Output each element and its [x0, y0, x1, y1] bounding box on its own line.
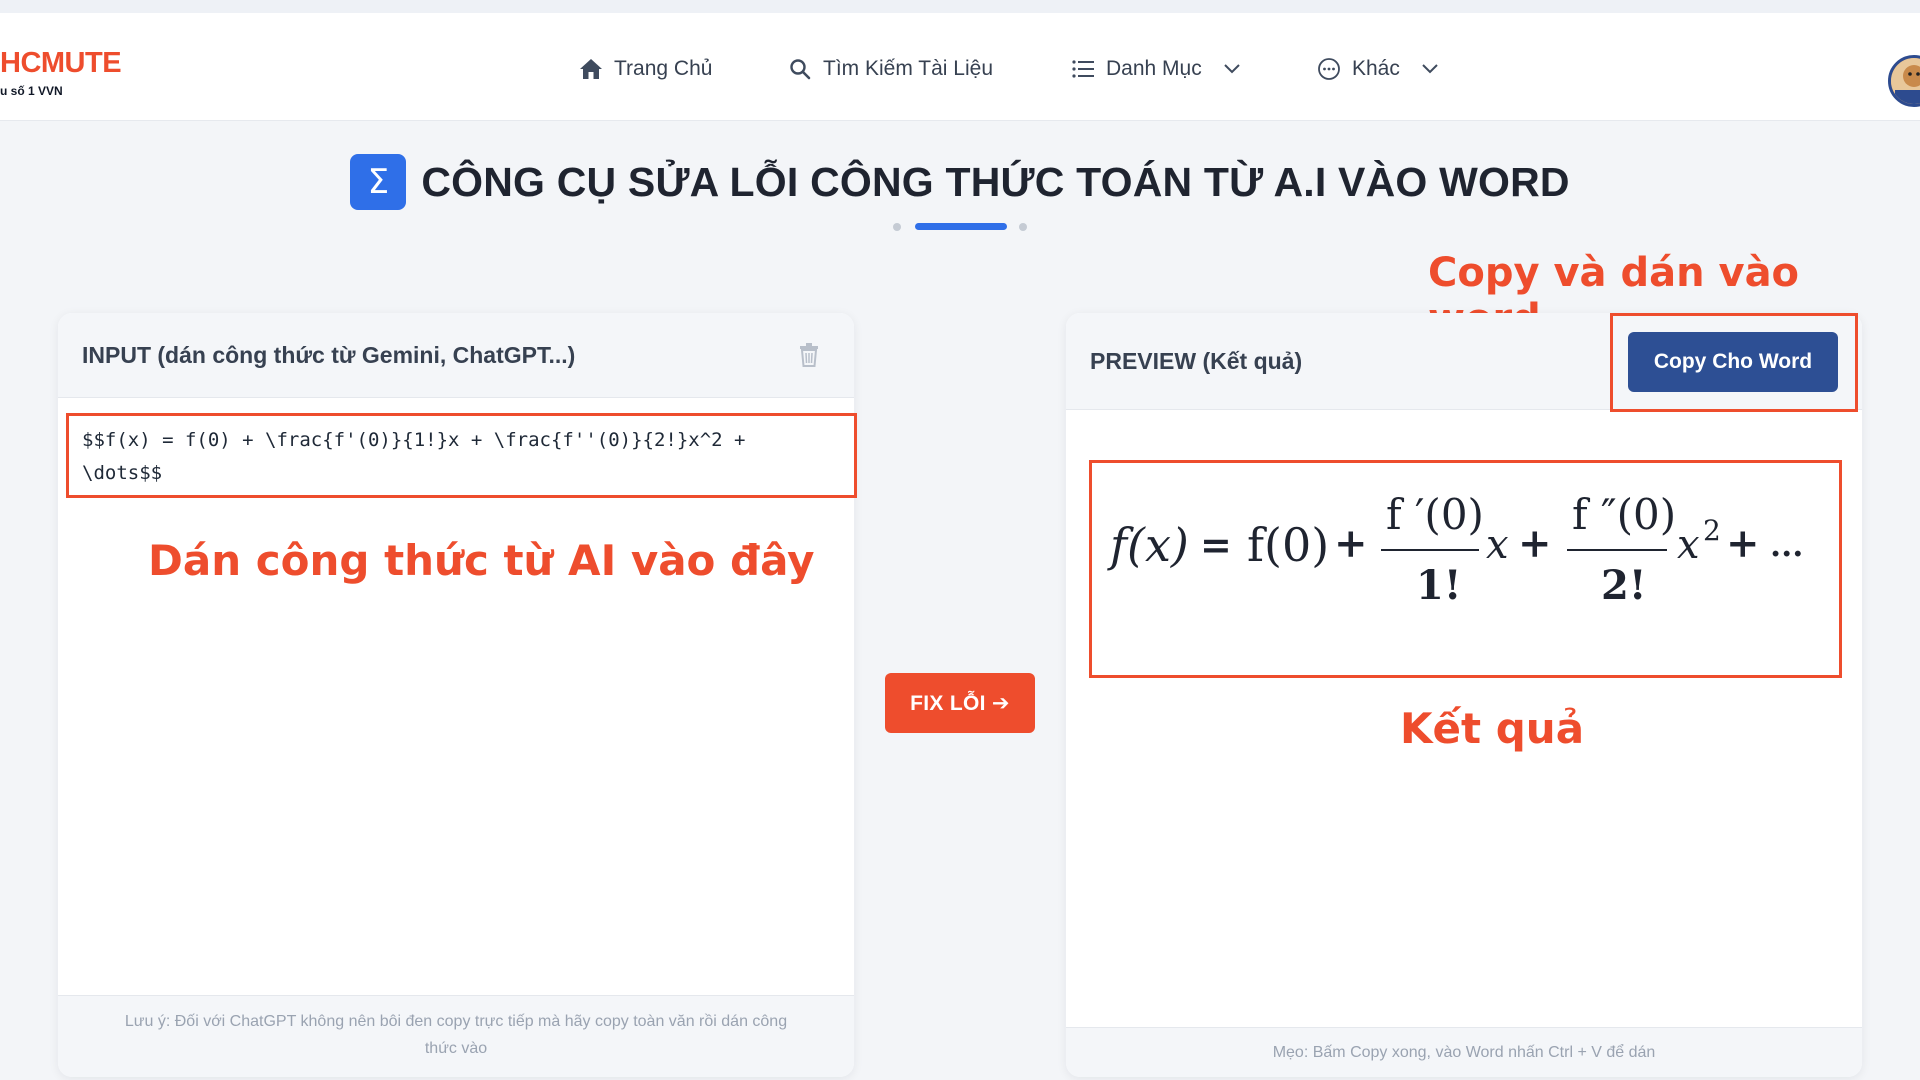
more-icon: [1316, 56, 1342, 82]
input-highlight-box: [66, 413, 857, 498]
page-header: Σ CÔNG CỤ SỬA LỖI CÔNG THỨC TOÁN TỪ A.I …: [0, 152, 1920, 212]
divider-dot: [1019, 223, 1027, 231]
input-footer-line: thức vào: [424, 1040, 488, 1057]
site-logo[interactable]: HCMUTE u số 1 VVN: [0, 47, 122, 99]
nav-item-more[interactable]: Khác: [1316, 53, 1440, 85]
paste-hint-annotation: Dán công thức từ AI vào đây: [148, 536, 815, 585]
preview-panel: PREVIEW (Kết quả) Mẹo: Bấm Copy xong, và…: [1066, 313, 1862, 1077]
copy-highlight-box: [1610, 313, 1858, 412]
nav-item-search[interactable]: Tìm Kiếm Tài Liệu: [787, 53, 993, 85]
divider-bar: [915, 223, 1007, 230]
divider-dot: [893, 223, 901, 231]
home-icon: [578, 56, 604, 82]
logo-text: HCMUTE: [0, 47, 122, 79]
result-annotation: Kết quả: [1400, 704, 1585, 753]
preview-panel-footer: Mẹo: Bấm Copy xong, vào Word nhấn Ctrl +…: [1066, 1027, 1862, 1077]
title-divider: [0, 222, 1920, 232]
sigma-icon: Σ: [350, 154, 407, 210]
nav-item-label: Tìm Kiếm Tài Liệu: [823, 57, 993, 80]
nav-item-label: Trang Chủ: [614, 57, 713, 80]
input-panel-title: INPUT (dán công thức từ Gemini, ChatGPT.…: [82, 341, 576, 368]
input-footer-line: Lưu ý: Đối với ChatGPT không nên bôi đen…: [124, 1013, 788, 1030]
list-icon: [1070, 56, 1096, 82]
preview-footer-text: Mẹo: Bấm Copy xong, vào Word nhấn Ctrl +…: [1272, 1044, 1656, 1061]
preview-panel-title: PREVIEW (Kết quả): [1090, 347, 1303, 374]
nav-item-categories[interactable]: Danh Mục: [1070, 53, 1242, 85]
trash-icon[interactable]: [798, 343, 820, 373]
fix-button[interactable]: FIX LỖI ➔: [885, 673, 1035, 733]
search-icon: [787, 56, 813, 82]
nav-item-home[interactable]: Trang Chủ: [578, 53, 712, 85]
input-panel-header: INPUT (dán công thức từ Gemini, ChatGPT.…: [58, 313, 854, 398]
chevron-down-icon: [1422, 60, 1440, 78]
page-title: CÔNG CỤ SỬA LỖI CÔNG THỨC TOÁN TỪ A.I VÀ…: [421, 158, 1570, 205]
preview-highlight-box: [1089, 460, 1842, 678]
input-panel-footer: Lưu ý: Đối với ChatGPT không nên bôi đen…: [58, 995, 854, 1077]
top-strip: [0, 0, 1920, 13]
navbar: HCMUTE u số 1 VVN Trang Chủ Tìm Kiếm Tài…: [0, 13, 1920, 121]
nav-item-label: Danh Mục: [1106, 57, 1202, 80]
avatar[interactable]: [1888, 55, 1920, 107]
logo-tagline: u số 1 VVN: [0, 84, 63, 98]
chevron-down-icon: [1224, 60, 1242, 78]
nav-item-label: Khác: [1352, 57, 1400, 80]
